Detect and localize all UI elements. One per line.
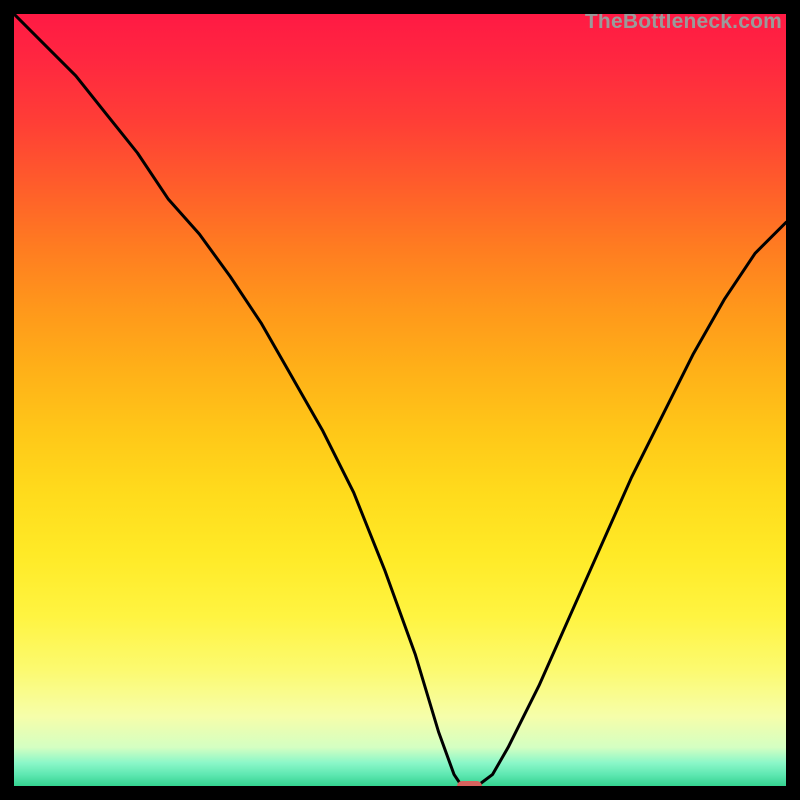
minimum-marker xyxy=(457,781,482,786)
curve-layer xyxy=(14,14,786,786)
plot-area: TheBottleneck.com xyxy=(14,14,786,786)
watermark-text: TheBottleneck.com xyxy=(585,14,782,34)
chart-frame: TheBottleneck.com xyxy=(0,0,800,800)
bottleneck-curve xyxy=(14,14,786,786)
